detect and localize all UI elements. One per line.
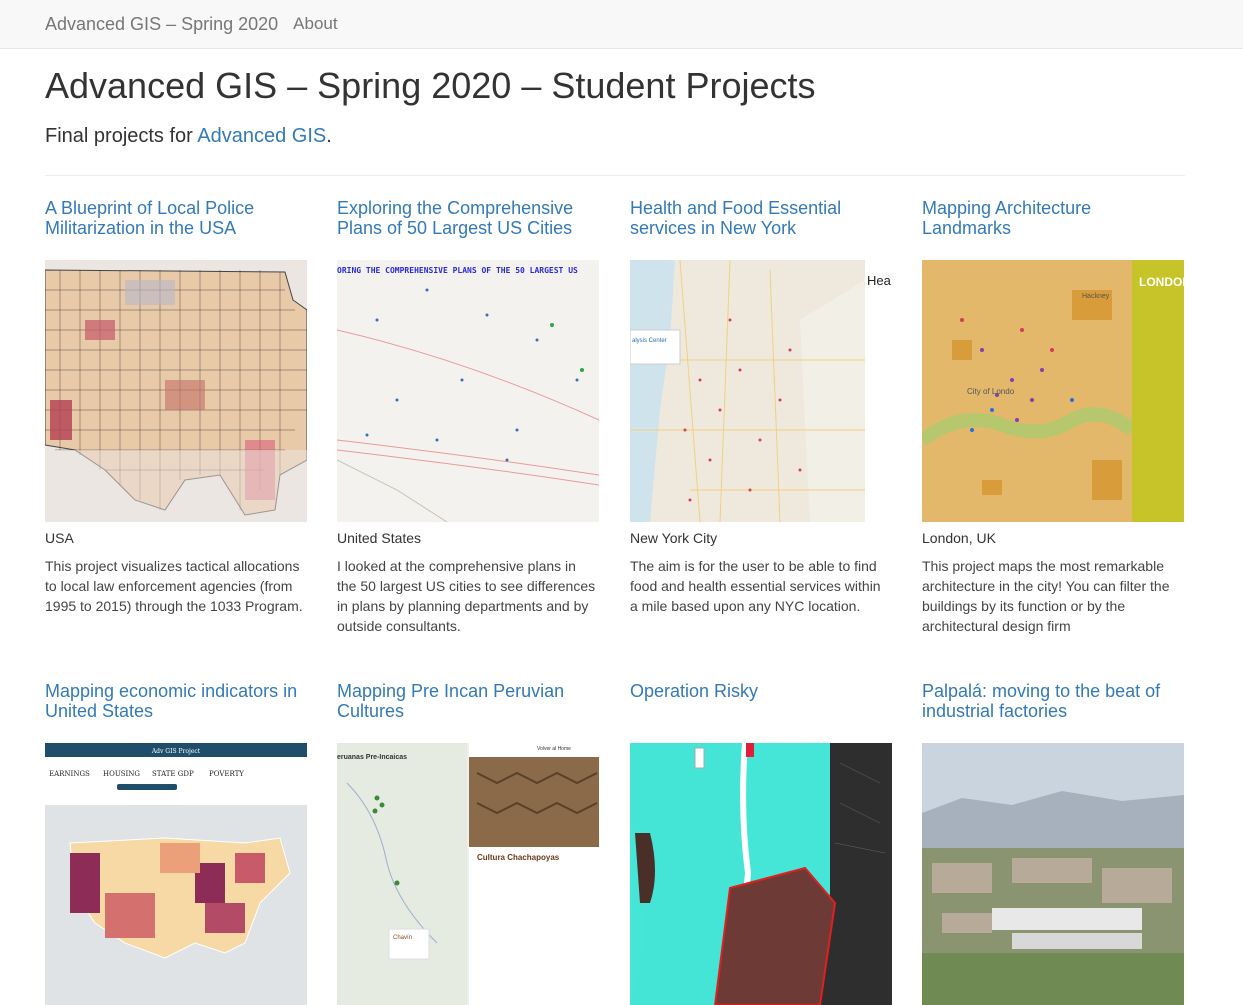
thumb-tab-poverty: POVERTY (209, 770, 244, 778)
project-description: I looked at the comprehensive plans in t… (337, 558, 596, 634)
project-title-link[interactable]: Mapping Architecture Landmarks (922, 198, 1184, 238)
thumb-popup-text: alysis Center (632, 338, 667, 344)
project-thumbnail[interactable]: eruanas Pre-Incaicas Volver al Home Cult… (337, 743, 599, 1005)
palpala-aerial-photo (922, 743, 1184, 1005)
top-navbar: Advanced GIS – Spring 2020 About (0, 0, 1243, 49)
project-thumbnail[interactable] (45, 260, 307, 522)
thumb-hackney-label: Hackney (1082, 293, 1110, 300)
lead-suffix: . (326, 125, 332, 147)
project-card: Operation Risky (630, 681, 892, 1005)
project-thumbnail[interactable] (922, 743, 1184, 1005)
comprehensive-plans-map-image: ORING THE COMPREHENSIVE PLANS OF THE 50 … (337, 260, 599, 522)
peruvian-cultures-map-image: eruanas Pre-Incaicas Volver al Home Cult… (337, 743, 599, 1005)
lead-prefix: Final projects for (45, 125, 198, 147)
project-card: Mapping economic indicators in United St… (45, 681, 307, 1005)
project-card: Exploring the Comprehensive Plans of 50 … (337, 198, 599, 634)
project-location: New York City (630, 530, 718, 546)
header-divider (45, 175, 1185, 176)
project-card: Mapping Pre Incan Peruvian Cultures erua… (337, 681, 599, 1005)
project-thumbnail[interactable]: Hea Esse New alysis Center (630, 260, 892, 522)
project-location: USA (45, 530, 74, 546)
navbar-brand[interactable]: Advanced GIS – Spring 2020 (45, 14, 278, 35)
nav-about-link[interactable]: About (293, 14, 337, 34)
thumb-culture-title: Cultura Chachapoyas (477, 853, 560, 862)
london-architecture-map-image: City of Londo Hackney LONDON Architect (922, 260, 1184, 522)
project-thumbnail[interactable] (630, 743, 892, 1005)
project-title-link[interactable]: Mapping economic indicators in United St… (45, 681, 307, 721)
project-title-link[interactable]: Operation Risky (630, 681, 892, 721)
thumb-tab-housing: HOUSING (103, 770, 140, 778)
thumb-banner-text: ORING THE COMPREHENSIVE PLANS OF THE 50 … (337, 266, 578, 275)
main-container: Advanced GIS – Spring 2020 – Student Pro… (45, 49, 1185, 1005)
project-title-link[interactable]: Palpalá: moving to the beat of industria… (922, 681, 1184, 721)
thumb-chip-text: Chavín (393, 935, 412, 941)
thumb-header-text: Adv GIS Project (151, 748, 201, 755)
advanced-gis-link[interactable]: Advanced GIS (197, 125, 326, 147)
project-title-link[interactable]: Mapping Pre Incan Peruvian Cultures (337, 681, 599, 721)
thumb-side-title: eruanas Pre-Incaicas (337, 754, 407, 761)
project-location: United States (337, 530, 422, 546)
thumb-side-title: LONDON Architect (1139, 275, 1184, 289)
project-description: The aim is for the user to be able to fi… (630, 558, 881, 614)
thumb-side-title: Hea Esse New (867, 273, 892, 288)
thumb-tab-earnings: EARNINGS (49, 770, 90, 778)
project-card: A Blueprint of Local Police Militarizati… (45, 198, 307, 614)
project-thumbnail[interactable]: ORING THE COMPREHENSIVE PLANS OF THE 50 … (337, 260, 599, 522)
police-map-image (45, 260, 307, 522)
project-thumbnail[interactable]: Adv GIS Project EARNINGS HOUSING STATE G… (45, 743, 307, 1005)
economic-indicators-map-image: Adv GIS Project EARNINGS HOUSING STATE G… (45, 743, 307, 1005)
project-thumbnail[interactable]: City of Londo Hackney LONDON Architect (922, 260, 1184, 522)
page-title: Advanced GIS – Spring 2020 – Student Pro… (45, 65, 816, 106)
nyc-services-map-image: Hea Esse New alysis Center (630, 260, 892, 522)
project-title-link[interactable]: A Blueprint of Local Police Militarizati… (45, 198, 307, 238)
page-lead: Final projects for Advanced GIS. (45, 123, 1185, 149)
project-description: This project visualizes tactical allocat… (45, 558, 303, 614)
operation-risky-map-image (630, 743, 892, 1005)
thumb-tab-state-gdp: STATE GDP (152, 770, 194, 778)
project-title-link[interactable]: Health and Food Essential services in Ne… (630, 198, 892, 238)
thumb-back-link: Volver al Home (537, 746, 571, 752)
project-card: Mapping Architecture Landmarks City of L… (922, 198, 1184, 634)
project-title-link[interactable]: Exploring the Comprehensive Plans of 50 … (337, 198, 599, 238)
project-location: London, UK (922, 530, 996, 546)
thumb-map-label: City of Londo (967, 387, 1015, 396)
project-description: This project maps the most remarkable ar… (922, 558, 1170, 634)
project-card: Palpalá: moving to the beat of industria… (922, 681, 1184, 1005)
project-card: Health and Food Essential services in Ne… (630, 198, 892, 614)
